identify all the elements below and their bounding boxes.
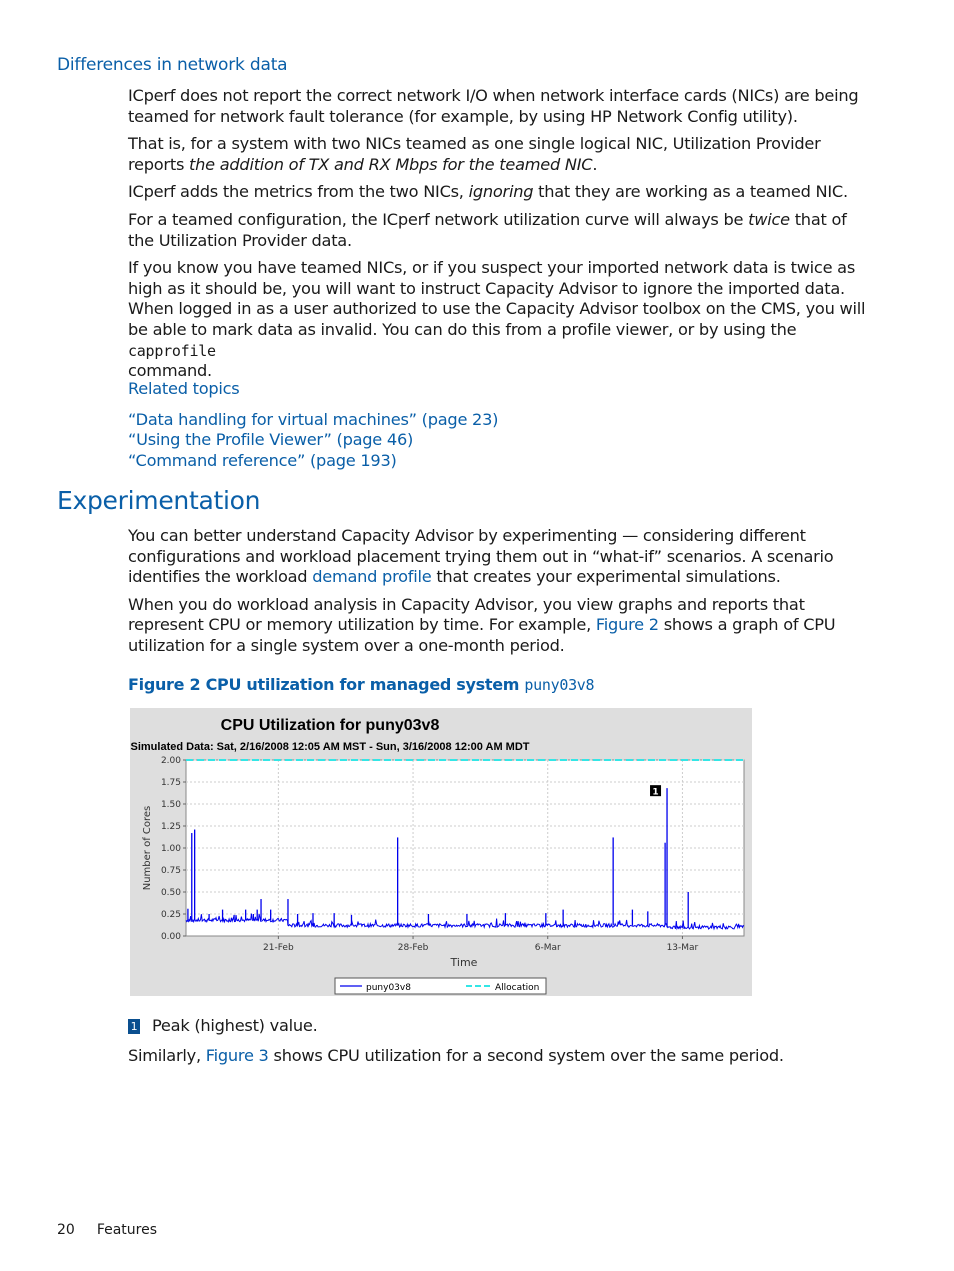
text: For a teamed configuration, the ICperf n… <box>128 209 749 229</box>
y-axis-label: Number of Cores <box>142 806 153 891</box>
figure-caption: Figure 2 CPU utilization for managed sys… <box>128 675 595 694</box>
chart-svg: CPU Utilization for puny03v8 Simulated D… <box>131 717 745 995</box>
emphasis: the addition of TX and RX Mbps for the t… <box>189 154 593 174</box>
text: . <box>592 154 598 174</box>
x-tick-label: 21-Feb <box>263 943 294 953</box>
related-link-profile-viewer[interactable]: “Using the Profile Viewer” (page 46) <box>128 430 873 451</box>
paragraph-2: That is, for a system with two NICs team… <box>128 134 873 175</box>
chart-subtitle: Simulated Data: Sat, 2/16/2008 12:05 AM … <box>131 741 530 753</box>
y-tick-label: 0.25 <box>161 910 181 920</box>
section-heading-experimentation: Experimentation <box>57 486 261 515</box>
experimentation-body: You can better understand Capacity Advis… <box>128 526 873 664</box>
link-figure-3[interactable]: Figure 3 <box>206 1046 269 1065</box>
exp-paragraph-1: You can better understand Capacity Advis… <box>128 526 873 588</box>
section-heading-network-data: Differences in network data <box>57 55 288 75</box>
link-figure-2[interactable]: Figure 2 <box>596 615 659 634</box>
footer-section: Features <box>96 1222 158 1238</box>
page-number: 20 <box>57 1222 75 1238</box>
section-body: ICperf does not report the correct netwo… <box>128 86 873 389</box>
exp-paragraph-3: Similarly, Figure 3 shows CPU utilizatio… <box>128 1046 873 1067</box>
chart-title: CPU Utilization for puny03v8 <box>221 717 440 734</box>
related-topics: Related topics “Data handling for virtua… <box>128 379 873 471</box>
paragraph-4: For a teamed configuration, the ICperf n… <box>128 210 873 251</box>
exp-paragraph-2: When you do workload analysis in Capacit… <box>128 595 873 657</box>
callout-text: Peak (highest) value. <box>152 1016 318 1035</box>
page-footer: 20 Features <box>57 1222 179 1238</box>
text: that creates your experimental simulatio… <box>431 567 781 587</box>
figure-caption-text: Figure 2 CPU utilization for managed sys… <box>128 675 525 694</box>
text: If you know you have teamed NICs, or if … <box>128 258 866 339</box>
figure-caption-code: puny03v8 <box>524 676 595 694</box>
emphasis: ignoring <box>468 182 534 202</box>
x-tick-label: 13-Mar <box>667 943 699 953</box>
text: command. <box>128 361 212 381</box>
y-tick-label: 2.00 <box>161 756 181 766</box>
y-tick-label: 0.75 <box>161 866 181 876</box>
y-tick-label: 1.75 <box>161 778 181 788</box>
text: shows CPU utilization for a second syste… <box>268 1045 785 1065</box>
y-tick-label: 1.50 <box>161 800 181 810</box>
y-tick-label: 0.50 <box>161 888 181 898</box>
text: ICperf adds the metrics from the two NIC… <box>128 182 469 202</box>
legend-label-allocation: Allocation <box>495 983 539 993</box>
legend-label-puny03v8: puny03v8 <box>366 983 411 993</box>
chart-legend: puny03v8 Allocation <box>334 977 547 995</box>
callout-item: 1 Peak (highest) value. <box>128 1016 873 1037</box>
y-tick-label: 0.00 <box>161 932 181 942</box>
x-tick-label: 28-Feb <box>398 943 429 953</box>
emphasis: twice <box>748 209 790 229</box>
text: that they are working as a teamed NIC. <box>533 182 848 202</box>
y-tick-label: 1.00 <box>161 844 181 854</box>
cpu-utilization-chart: CPU Utilization for puny03v8 Simulated D… <box>130 708 752 996</box>
x-tick-label: 6-Mar <box>535 943 561 953</box>
code-capprofile: capprofile <box>128 341 216 360</box>
link-demand-profile[interactable]: demand profile <box>312 567 431 586</box>
related-topics-title: Related topics <box>128 379 240 398</box>
paragraph-1: ICperf does not report the correct netwo… <box>128 86 859 126</box>
related-link-data-handling[interactable]: “Data handling for virtual machines” (pa… <box>128 410 873 431</box>
plot-area: 0.00 0.25 0.50 0.75 1.00 1.25 1.50 1.75 2.00 21-F… <box>161 756 745 953</box>
related-link-command-reference[interactable]: “Command reference” (page 193) <box>128 451 873 472</box>
x-axis-label: Time <box>450 956 478 969</box>
callout-list: 1 Peak (highest) value. Similarly, Figure… <box>128 1016 873 1073</box>
paragraph-3: ICperf adds the metrics from the two NIC… <box>128 182 873 203</box>
text: Similarly, <box>128 1045 206 1065</box>
paragraph-5: If you know you have teamed NICs, or if … <box>128 258 873 382</box>
y-tick-label: 1.25 <box>161 822 181 832</box>
callout-badge: 1 <box>128 1019 140 1034</box>
peak-callout-label: 1 <box>652 788 658 798</box>
